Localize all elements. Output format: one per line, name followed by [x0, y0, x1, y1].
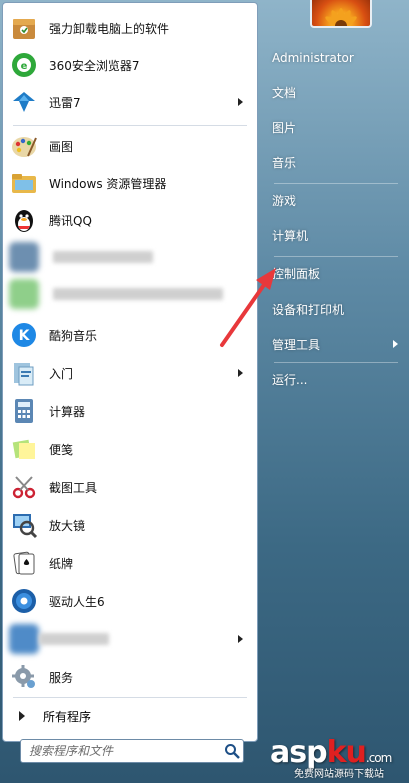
place-label: 音乐 [272, 155, 297, 170]
program-list: 强力卸载电脑上的软件 e 360安全浏览器7 迅雷7 画图 Windows 资源… [3, 3, 257, 693]
program-item-driver-life[interactable]: 驱动人生6 [9, 583, 251, 619]
place-label: 游戏 [272, 193, 297, 208]
program-label: 驱动人生6 [49, 594, 105, 609]
places-separator [274, 183, 398, 184]
place-label: 控制面板 [272, 266, 321, 281]
place-label: 图片 [272, 120, 297, 135]
services-gear-icon [9, 662, 39, 692]
place-item-devices-printers[interactable]: 设备和打印机 [268, 295, 404, 323]
program-label: 强力卸载电脑上的软件 [49, 21, 170, 36]
submenu-arrow-icon [393, 340, 398, 348]
search-box[interactable] [20, 739, 244, 763]
program-label: 入门 [49, 366, 74, 381]
program-item-magnifier[interactable]: 放大镜 [9, 507, 251, 543]
program-label: 画图 [49, 139, 74, 154]
search-icon[interactable] [221, 740, 243, 762]
user-avatar[interactable] [310, 0, 372, 28]
program-label: 服务 [49, 670, 74, 685]
program-item-services[interactable]: 服务 [9, 659, 251, 695]
360-browser-icon: e [9, 50, 39, 80]
all-programs-label: 所有程序 [43, 709, 92, 724]
program-label: 放大镜 [49, 518, 86, 533]
submenu-arrow-icon [238, 635, 243, 643]
program-label: 计算器 [49, 404, 86, 419]
place-item-administrator[interactable]: Administrator [268, 44, 404, 72]
program-item-snipping-tool[interactable]: 截图工具 [9, 469, 251, 505]
folder-explorer-icon [9, 168, 39, 198]
program-item-blurred-3[interactable] [9, 621, 251, 657]
driver-life-icon [9, 586, 39, 616]
svg-text:K: K [19, 328, 31, 344]
program-item-explorer[interactable]: Windows 资源管理器 [9, 165, 251, 201]
place-item-documents[interactable]: 文档 [268, 78, 404, 106]
place-item-music[interactable]: 音乐 [268, 148, 404, 176]
program-item-paint[interactable]: 画图 [9, 128, 251, 164]
place-item-control-panel[interactable]: 控制面板 [268, 259, 404, 287]
place-item-pictures[interactable]: 图片 [268, 113, 404, 141]
all-programs-separator [13, 697, 247, 698]
program-label: 360安全浏览器7 [49, 58, 140, 73]
program-item-blurred-2[interactable] [9, 276, 251, 312]
site-watermark: aspku.com 免费网站源码下载站 [270, 735, 409, 783]
calculator-icon [9, 396, 39, 426]
sticky-notes-icon [9, 434, 39, 464]
qq-penguin-icon [9, 205, 39, 235]
uninstall-box-icon [9, 13, 39, 43]
paint-palette-icon [9, 131, 39, 161]
place-item-run[interactable]: 运行... [268, 365, 404, 393]
place-item-games[interactable]: 游戏 [268, 186, 404, 214]
blurred-icon [9, 242, 39, 272]
places-separator [274, 256, 398, 257]
place-label: 计算机 [272, 228, 309, 243]
kugou-icon: K [9, 320, 39, 350]
thunder-bird-icon [9, 87, 39, 117]
program-item-qq[interactable]: 腾讯QQ [9, 202, 251, 238]
places-separator [274, 362, 398, 363]
start-menu: 强力卸载电脑上的软件 e 360安全浏览器7 迅雷7 画图 Windows 资源… [0, 0, 409, 783]
expand-arrow-icon [19, 711, 25, 721]
program-label: 酷狗音乐 [49, 328, 98, 343]
program-separator [13, 125, 247, 126]
submenu-arrow-icon [238, 98, 243, 106]
svg-text:e: e [21, 61, 28, 72]
place-item-admin-tools[interactable]: 管理工具 [268, 330, 404, 358]
program-item-360-browser[interactable]: e 360安全浏览器7 [9, 47, 251, 83]
places-pane: Administrator 文档 图片 音乐 游戏 计算机 控制面板 设备和打印… [262, 0, 409, 783]
watermark-logo-tail: .com [365, 751, 392, 765]
program-label: 迅雷7 [49, 95, 81, 110]
place-label: 文档 [272, 85, 297, 100]
all-programs-button[interactable]: 所有程序 [11, 705, 249, 727]
place-label: Administrator [272, 51, 354, 65]
place-item-computer[interactable]: 计算机 [268, 221, 404, 249]
program-item-blurred-1[interactable] [9, 239, 251, 275]
program-label: Windows 资源管理器 [49, 176, 167, 191]
program-item-uninstaller[interactable]: 强力卸载电脑上的软件 [9, 10, 251, 46]
programs-pane: 强力卸载电脑上的软件 e 360安全浏览器7 迅雷7 画图 Windows 资源… [2, 2, 258, 742]
program-item-solitaire[interactable]: 纸牌 [9, 545, 251, 581]
place-label: 管理工具 [272, 337, 321, 352]
program-label: 截图工具 [49, 480, 98, 495]
solitaire-icon [9, 548, 39, 578]
program-label: 便笺 [49, 442, 74, 457]
program-item-sticky-notes[interactable]: 便笺 [9, 431, 251, 467]
place-label: 运行... [272, 372, 308, 387]
magnifier-icon [9, 510, 39, 540]
place-label: 设备和打印机 [272, 302, 345, 317]
blurred-icon [9, 279, 39, 309]
search-input[interactable] [29, 744, 221, 758]
watermark-subtitle: 免费网站源码下载站 [294, 769, 384, 780]
program-item-kugou[interactable]: K 酷狗音乐 [9, 317, 251, 353]
getting-started-icon [9, 358, 39, 388]
program-label: 腾讯QQ [49, 213, 92, 228]
program-item-getting-started[interactable]: 入门 [9, 355, 251, 391]
program-label: 纸牌 [49, 556, 74, 571]
blurred-icon [9, 624, 39, 654]
snipping-tool-icon [9, 472, 39, 502]
program-item-thunder[interactable]: 迅雷7 [9, 84, 251, 120]
program-item-calculator[interactable]: 计算器 [9, 393, 251, 429]
submenu-arrow-icon [238, 369, 243, 377]
